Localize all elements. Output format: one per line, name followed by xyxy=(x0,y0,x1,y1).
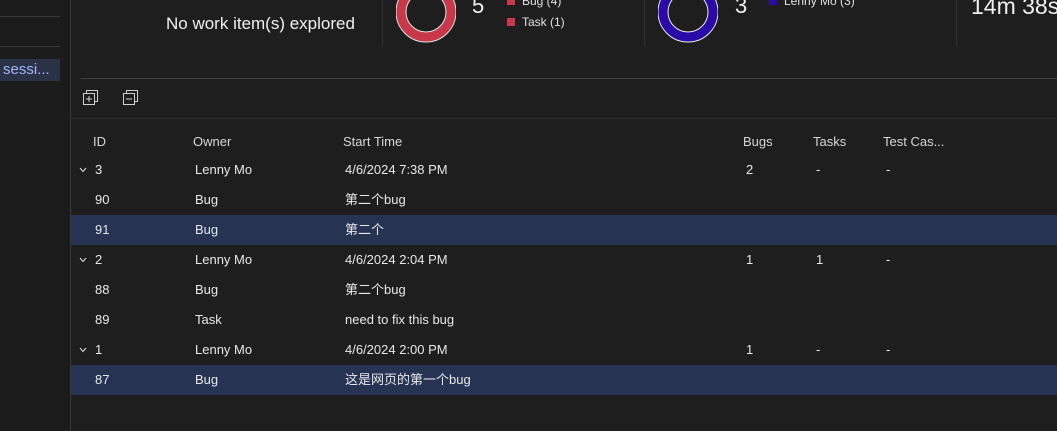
column-header-tasks[interactable]: Tasks xyxy=(813,134,846,149)
cell-owner: Lenny Mo xyxy=(195,162,253,177)
chevron-down-icon[interactable] xyxy=(77,155,89,185)
summary-divider xyxy=(644,0,645,46)
cell-id: 3 xyxy=(95,162,103,177)
legend-swatch xyxy=(769,0,777,5)
cell-id: 87 xyxy=(95,372,110,387)
sessions-count: 3 xyxy=(735,0,748,18)
cell-start-time: 这是网页的第一个bug xyxy=(345,372,471,387)
cell-owner: Bug xyxy=(195,282,219,297)
cell-owner: Bug xyxy=(195,222,219,237)
cell-start-time: 4/6/2024 2:04 PM xyxy=(345,252,448,267)
no-work-items-text: No work item(s) explored xyxy=(166,14,355,33)
cell-bugs: 1 xyxy=(746,252,754,267)
column-header-id[interactable]: ID xyxy=(93,134,106,149)
collapse-all-button[interactable] xyxy=(122,89,138,105)
cell-tasks: - xyxy=(816,342,821,357)
work-items-donut-chart xyxy=(396,0,456,43)
cell-id: 89 xyxy=(95,312,110,327)
cell-id: 2 xyxy=(95,252,103,267)
summary-divider xyxy=(956,0,957,46)
cell-bugs: 1 xyxy=(746,342,754,357)
cell-owner: Lenny Mo xyxy=(195,342,253,357)
chevron-down-icon[interactable] xyxy=(77,335,89,365)
cell-owner: Bug xyxy=(195,372,219,387)
donut-segment-bug xyxy=(396,0,456,42)
cell-id: 88 xyxy=(95,282,110,297)
sidebar-item-sessions[interactable]: sessi... xyxy=(0,59,60,81)
cell-owner: Task xyxy=(195,312,222,327)
cell-start-time: 第二个bug xyxy=(345,282,406,297)
column-header-bugs[interactable]: Bugs xyxy=(743,134,773,149)
column-header-owner[interactable]: Owner xyxy=(193,134,231,149)
work-item-row[interactable]: 89 Task need to fix this bug xyxy=(71,305,1057,335)
cell-start-time: need to fix this bug xyxy=(345,312,455,327)
session-row[interactable]: 1 Lenny Mo 4/6/2024 2:00 PM 1 - - xyxy=(71,335,1057,365)
legend-item-owner: Lenny Mo (3) xyxy=(769,0,855,8)
work-item-row[interactable]: 91 Bug 第二个 xyxy=(71,215,1057,245)
cell-id: 1 xyxy=(95,342,103,357)
legend-swatch xyxy=(507,0,515,5)
expand-all-icon xyxy=(82,89,98,105)
cell-id: 91 xyxy=(95,222,110,237)
work-item-row[interactable]: 88 Bug 第二个bug xyxy=(71,275,1057,305)
session-row[interactable]: 3 Lenny Mo 4/6/2024 7:38 PM 2 - - xyxy=(71,155,1057,185)
sidebar-divider xyxy=(0,16,60,17)
cell-test-cases: - xyxy=(886,162,891,177)
legend-item-bug: Bug (4) xyxy=(507,0,561,8)
cell-start-time: 第二个bug xyxy=(345,192,406,207)
cell-bugs: 2 xyxy=(746,162,754,177)
legend-item-task: Task (1) xyxy=(507,15,565,29)
collapse-all-icon xyxy=(122,89,138,105)
summary-divider xyxy=(382,0,383,46)
work-item-row[interactable]: 87 Bug 这是网页的第一个bug xyxy=(71,365,1057,395)
cell-owner: Bug xyxy=(195,192,219,207)
toolbar-divider xyxy=(81,78,1057,79)
cell-start-time: 4/6/2024 2:00 PM xyxy=(345,342,448,357)
column-header-test-cases[interactable]: Test Cas... xyxy=(883,134,944,149)
cell-id: 90 xyxy=(95,192,110,207)
total-duration: 14m 38s xyxy=(971,0,1057,19)
cell-tasks: 1 xyxy=(816,252,824,267)
summary-panel: No work item(s) explored 5 Bug (4) Task … xyxy=(70,0,1057,78)
chevron-down-icon[interactable] xyxy=(77,245,89,275)
left-sidebar: sessi... xyxy=(0,0,71,431)
cell-start-time: 第二个 xyxy=(345,222,385,237)
work-item-row[interactable]: 90 Bug 第二个bug xyxy=(71,185,1057,215)
cell-test-cases: - xyxy=(886,342,891,357)
session-row[interactable]: 2 Lenny Mo 4/6/2024 2:04 PM 1 1 - xyxy=(71,245,1057,275)
cell-tasks: - xyxy=(816,162,821,177)
cell-start-time: 4/6/2024 7:38 PM xyxy=(345,162,448,177)
column-header-start-time[interactable]: Start Time xyxy=(343,134,402,149)
work-items-count: 5 xyxy=(472,0,485,18)
sessions-donut-chart xyxy=(658,0,718,43)
grid-top-border xyxy=(71,118,1057,119)
cell-test-cases: - xyxy=(886,252,891,267)
sidebar-divider xyxy=(0,46,60,47)
legend-swatch xyxy=(507,18,515,26)
donut-segment-owner xyxy=(658,0,718,42)
expand-all-button[interactable] xyxy=(82,89,98,105)
cell-owner: Lenny Mo xyxy=(195,252,253,267)
